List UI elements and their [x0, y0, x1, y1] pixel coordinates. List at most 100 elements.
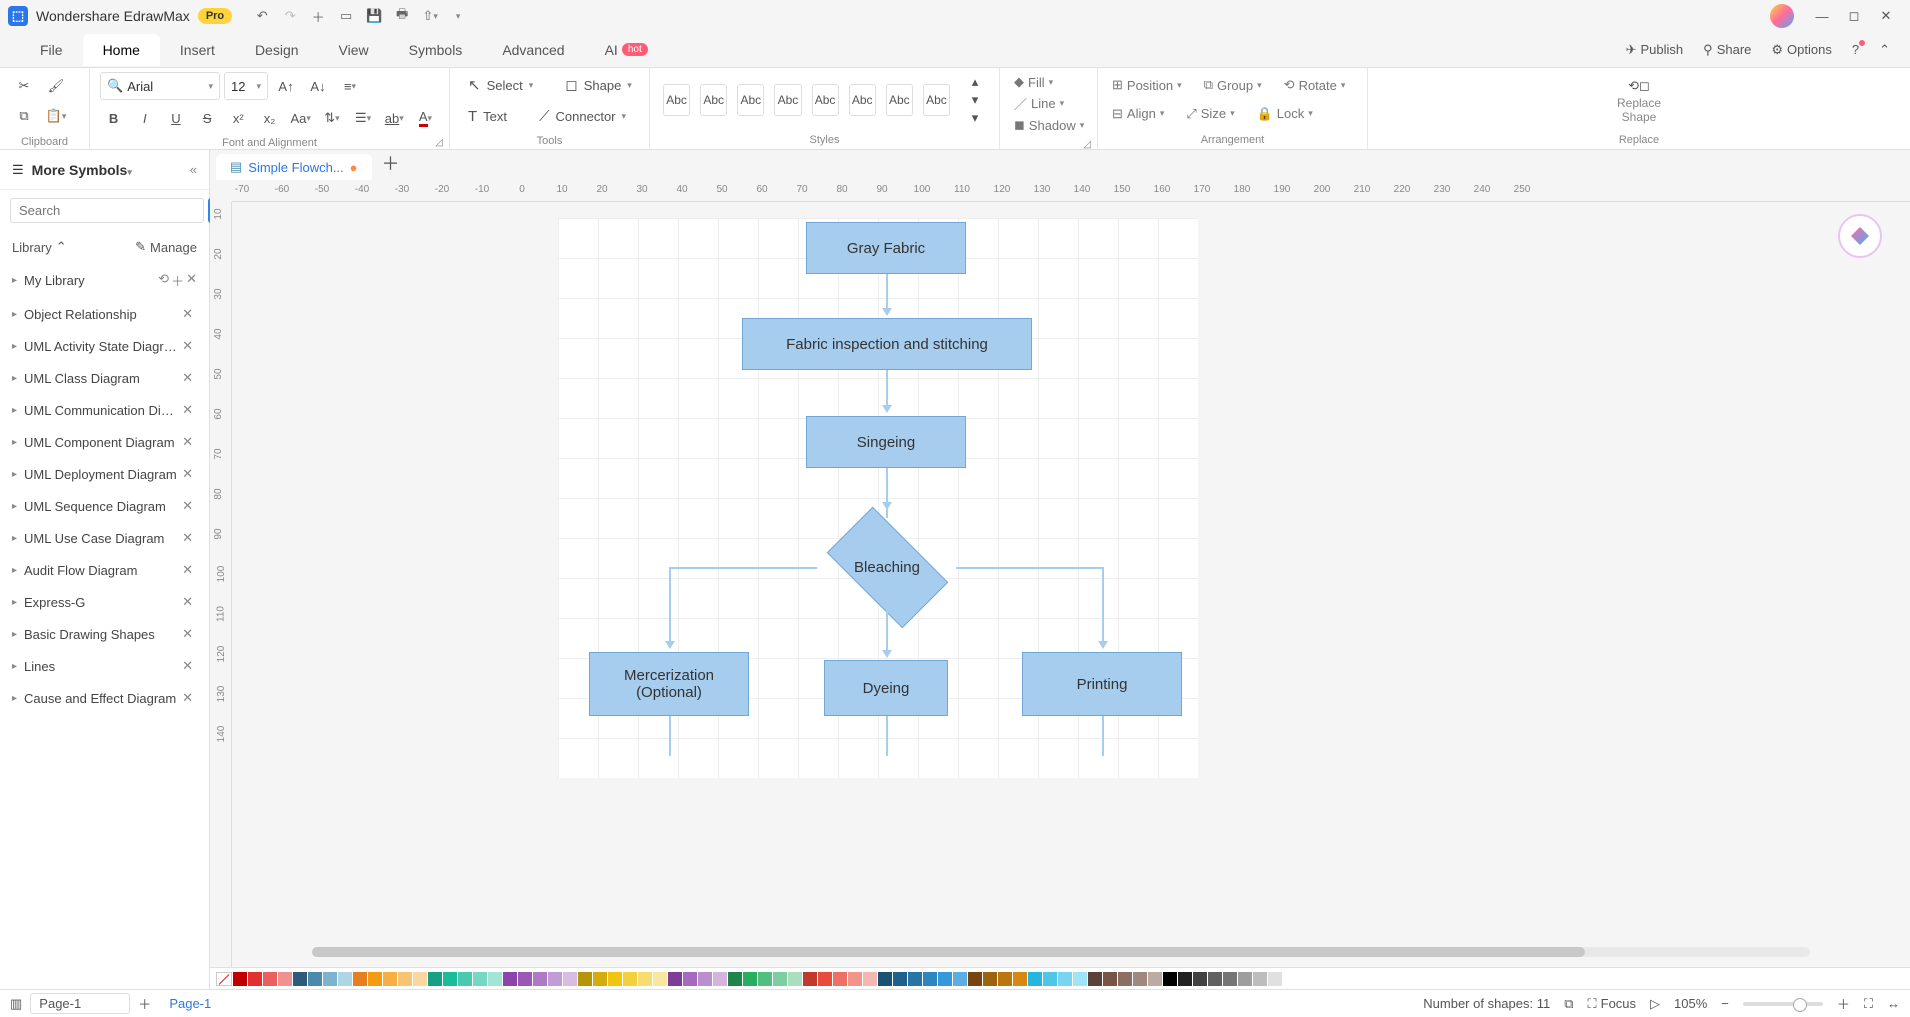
library-header[interactable]: Library ⌃: [12, 239, 135, 255]
connector[interactable]: [886, 716, 888, 756]
color-swatch[interactable]: [683, 972, 697, 986]
font-size-select[interactable]: 12 ▾: [224, 72, 268, 100]
library-item[interactable]: ▸UML Deployment Diagram✕: [0, 458, 209, 490]
size-button[interactable]: ⤢ Size▾: [1182, 104, 1238, 124]
superscript-button[interactable]: x²: [225, 104, 252, 132]
color-swatch[interactable]: [1163, 972, 1177, 986]
style-preset-2[interactable]: Abc: [700, 84, 727, 116]
symbol-search-input[interactable]: [10, 198, 204, 223]
color-swatch[interactable]: [608, 972, 622, 986]
bold-button[interactable]: B: [100, 104, 127, 132]
color-swatch[interactable]: [998, 972, 1012, 986]
shape-mercerization[interactable]: Mercerization (Optional): [589, 652, 749, 716]
library-item[interactable]: ▸UML Sequence Diagram✕: [0, 490, 209, 522]
minimize-button[interactable]: —: [1806, 2, 1838, 30]
color-swatch[interactable]: [938, 972, 952, 986]
focus-button[interactable]: ⛶ Focus: [1588, 996, 1637, 1012]
color-swatch[interactable]: [968, 972, 982, 986]
color-swatch[interactable]: [293, 972, 307, 986]
line-button[interactable]: ／ Line▾: [1010, 92, 1068, 115]
close-library-icon[interactable]: ✕: [178, 338, 197, 354]
page-tab[interactable]: Page-1: [159, 996, 221, 1011]
color-swatch[interactable]: [503, 972, 517, 986]
connector[interactable]: [886, 370, 888, 408]
color-swatch[interactable]: [1238, 972, 1252, 986]
close-library-icon[interactable]: ✕: [178, 658, 197, 674]
color-swatch[interactable]: [443, 972, 457, 986]
tab-symbols[interactable]: Symbols: [389, 34, 483, 66]
color-swatch[interactable]: [383, 972, 397, 986]
undo-button[interactable]: ↶: [248, 2, 276, 30]
color-swatch[interactable]: [1103, 972, 1117, 986]
connector[interactable]: [1102, 567, 1104, 647]
styles-down-button[interactable]: ▾: [961, 92, 989, 108]
library-item[interactable]: ▸Object Relationship✕: [0, 298, 209, 330]
zoom-in-button[interactable]: ＋: [1837, 994, 1850, 1013]
color-swatch[interactable]: [908, 972, 922, 986]
open-button[interactable]: ▭: [332, 2, 360, 30]
style-preset-1[interactable]: Abc: [663, 84, 690, 116]
layers-button[interactable]: ⧉: [1564, 996, 1573, 1012]
save-button[interactable]: 💾: [360, 2, 388, 30]
increase-font-button[interactable]: A↑: [272, 72, 300, 100]
library-item[interactable]: ▸Cause and Effect Diagram✕: [0, 682, 209, 714]
export-button[interactable]: ⇧ ▾: [416, 2, 444, 30]
shape-singeing[interactable]: Singeing: [806, 416, 966, 468]
style-preset-3[interactable]: Abc: [737, 84, 764, 116]
color-swatch[interactable]: [578, 972, 592, 986]
color-swatch[interactable]: [818, 972, 832, 986]
case-button[interactable]: Aa▾: [287, 104, 314, 132]
add-page-button[interactable]: ＋: [138, 994, 151, 1013]
fill-button[interactable]: ◆ Fill▾: [1010, 72, 1057, 92]
color-swatch[interactable]: [413, 972, 427, 986]
shape-dyeing[interactable]: Dyeing: [824, 660, 948, 716]
replace-shape-button[interactable]: ⟲◻: [1625, 76, 1653, 96]
rotate-button[interactable]: ⟲ Rotate▾: [1280, 75, 1350, 95]
cut-button[interactable]: ✂: [10, 72, 38, 100]
color-swatch[interactable]: [893, 972, 907, 986]
connector[interactable]: [886, 274, 888, 312]
library-item[interactable]: ▸UML Activity State Diagram✕: [0, 330, 209, 362]
tab-advanced[interactable]: Advanced: [482, 34, 584, 66]
library-item[interactable]: ▸UML Communication Diag...✕: [0, 394, 209, 426]
bullets-button[interactable]: ☰▾: [350, 104, 377, 132]
options-button[interactable]: ⚙ Options: [1763, 38, 1839, 62]
close-library-icon[interactable]: ✕: [178, 562, 197, 578]
redo-button[interactable]: ↷: [276, 2, 304, 30]
color-swatch[interactable]: [233, 972, 247, 986]
color-swatch[interactable]: [1268, 972, 1282, 986]
decrease-font-button[interactable]: A↓: [304, 72, 332, 100]
color-swatch[interactable]: [1133, 972, 1147, 986]
zoom-slider[interactable]: [1743, 1002, 1823, 1006]
strikethrough-button[interactable]: S: [194, 104, 221, 132]
connector[interactable]: [956, 567, 1104, 569]
page-selector[interactable]: Page-1: [30, 993, 130, 1014]
color-swatch[interactable]: [803, 972, 817, 986]
maximize-button[interactable]: ◻: [1838, 2, 1870, 30]
horizontal-scrollbar[interactable]: [312, 947, 1810, 957]
style-preset-8[interactable]: Abc: [923, 84, 950, 116]
color-swatch[interactable]: [638, 972, 652, 986]
library-item[interactable]: ▸Basic Drawing Shapes✕: [0, 618, 209, 650]
color-swatch[interactable]: [848, 972, 862, 986]
style-preset-6[interactable]: Abc: [849, 84, 876, 116]
add-document-button[interactable]: ＋: [372, 146, 410, 180]
style-preset-4[interactable]: Abc: [774, 84, 801, 116]
color-swatch[interactable]: [353, 972, 367, 986]
connector[interactable]: [669, 567, 671, 647]
underline-button[interactable]: U: [162, 104, 189, 132]
color-swatch[interactable]: [728, 972, 742, 986]
group-button[interactable]: ⧉ Group▾: [1200, 75, 1266, 95]
color-swatch[interactable]: [488, 972, 502, 986]
color-swatch[interactable]: [1073, 972, 1087, 986]
close-library-icon[interactable]: ✕: [178, 306, 197, 322]
close-library-icon[interactable]: ✕: [178, 466, 197, 482]
collapse-ribbon-button[interactable]: ⌃: [1871, 38, 1898, 62]
color-swatch[interactable]: [593, 972, 607, 986]
select-tool[interactable]: ↖Select▾: [460, 72, 541, 98]
manage-library-button[interactable]: ✎ Manage: [135, 239, 197, 255]
paste-button[interactable]: 📋▾: [42, 102, 70, 130]
library-item[interactable]: ▸Express-G✕: [0, 586, 209, 618]
align-button[interactable]: ⊟ Align▾: [1108, 104, 1168, 124]
canvas[interactable]: Gray Fabric Fabric inspection and stitch…: [232, 202, 1910, 957]
